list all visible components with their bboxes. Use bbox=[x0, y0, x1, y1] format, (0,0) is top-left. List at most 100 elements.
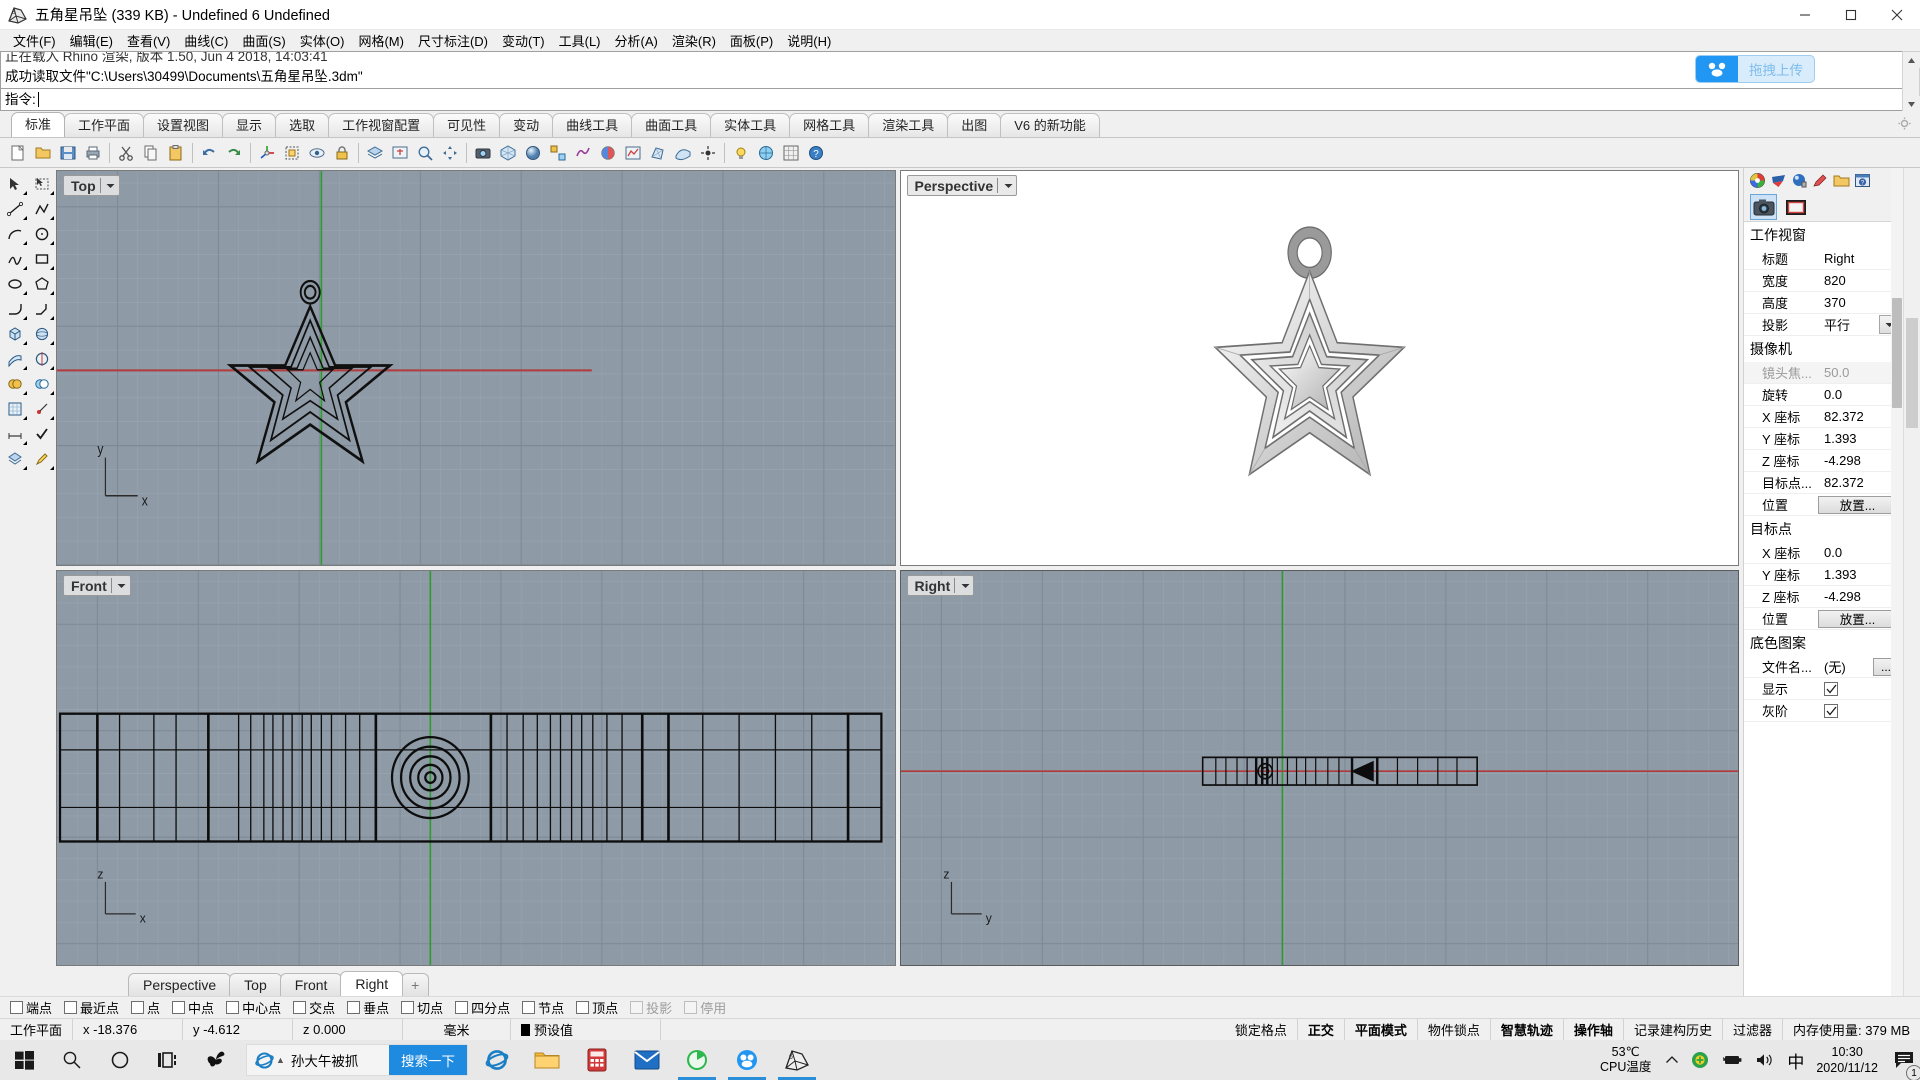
status-toggle-grid-snap[interactable]: 锁定格点 bbox=[1225, 1019, 1298, 1040]
paste-icon[interactable] bbox=[164, 141, 188, 165]
checkbox[interactable] bbox=[630, 1001, 643, 1014]
menu-item-edit[interactable]: 编辑(E) bbox=[63, 30, 120, 51]
tab-standard[interactable]: 标准 bbox=[11, 112, 65, 137]
camera-properties-icon[interactable] bbox=[1750, 194, 1777, 220]
tab-display[interactable]: 显示 bbox=[222, 113, 276, 137]
gumball-icon[interactable] bbox=[255, 141, 279, 165]
osnap-end[interactable]: 端点 bbox=[10, 998, 52, 1017]
property-row-title[interactable]: 标题 Right bbox=[1744, 248, 1903, 270]
property-row-camera-y[interactable]: Y 座标 1.393 bbox=[1744, 428, 1903, 450]
select-window-icon[interactable] bbox=[29, 172, 55, 196]
battery-icon[interactable] bbox=[1715, 1040, 1749, 1080]
mesh-tool-icon[interactable] bbox=[2, 397, 28, 421]
rhino-app[interactable]: 6 bbox=[772, 1040, 822, 1080]
help-icon[interactable]: ? bbox=[804, 141, 828, 165]
task-view-icon[interactable] bbox=[144, 1040, 192, 1080]
checkbox[interactable] bbox=[172, 1001, 185, 1014]
zoom-window-icon[interactable] bbox=[413, 141, 437, 165]
lock-object-icon[interactable] bbox=[330, 141, 354, 165]
viewport-front-label[interactable]: Front bbox=[63, 575, 131, 596]
undo-icon[interactable] bbox=[197, 141, 221, 165]
menu-item-surface[interactable]: 曲面(S) bbox=[235, 30, 292, 51]
window-scrollbar[interactable] bbox=[1903, 168, 1920, 996]
boolean-union-icon[interactable] bbox=[2, 372, 28, 396]
polygon-tool-icon[interactable] bbox=[29, 272, 55, 296]
hide-object-icon[interactable] bbox=[305, 141, 329, 165]
property-row-target-y[interactable]: Y 座标 1.393 bbox=[1744, 564, 1903, 586]
property-row-wallpaper-show[interactable]: 显示 bbox=[1744, 678, 1903, 700]
osnap-disable[interactable]: 停用 bbox=[684, 998, 726, 1017]
scroll-up-arrow-icon[interactable] bbox=[1903, 52, 1920, 68]
notification-center-icon[interactable]: 1 bbox=[1888, 1040, 1920, 1080]
osnap-mid[interactable]: 中点 bbox=[172, 998, 214, 1017]
menu-item-transform[interactable]: 变动(T) bbox=[495, 30, 552, 51]
select-arrow-icon[interactable] bbox=[2, 172, 28, 196]
annotate-dot-icon[interactable] bbox=[29, 397, 55, 421]
close-button[interactable] bbox=[1874, 0, 1920, 30]
tab-curve-tools[interactable]: 曲线工具 bbox=[552, 113, 632, 137]
tab-viewport-layout[interactable]: 工作视窗配置 bbox=[328, 113, 434, 137]
calculator-app[interactable] bbox=[572, 1040, 622, 1080]
tab-set-view[interactable]: 设置视图 bbox=[143, 113, 223, 137]
menu-item-curve[interactable]: 曲线(C) bbox=[177, 30, 235, 51]
curve-tool-icon[interactable] bbox=[2, 247, 28, 271]
checkbox[interactable] bbox=[347, 1001, 360, 1014]
ie-search-button[interactable]: 搜索一下 bbox=[389, 1045, 467, 1075]
viewport-top[interactable]: y x Top bbox=[56, 170, 896, 566]
zoom-extents-icon[interactable] bbox=[388, 141, 412, 165]
color-picker-icon[interactable] bbox=[596, 141, 620, 165]
grid-icon[interactable] bbox=[779, 141, 803, 165]
checkbox[interactable] bbox=[226, 1001, 239, 1014]
chevron-down-icon[interactable] bbox=[116, 583, 128, 589]
box-solid-icon[interactable] bbox=[2, 322, 28, 346]
surface-icon[interactable] bbox=[671, 141, 695, 165]
status-cplane[interactable]: 工作平面 bbox=[0, 1019, 73, 1040]
select-all-icon[interactable] bbox=[280, 141, 304, 165]
cortana-circle-icon[interactable] bbox=[96, 1040, 144, 1080]
property-row-camera-placement[interactable]: 位置 放置... bbox=[1744, 494, 1903, 516]
tab-whats-new-v6[interactable]: V6 的新功能 bbox=[1000, 113, 1100, 137]
checkbox[interactable] bbox=[576, 1001, 589, 1014]
volume-icon[interactable] bbox=[1749, 1040, 1781, 1080]
viewport-right[interactable]: z y Right bbox=[900, 570, 1740, 966]
menu-item-view[interactable]: 查看(V) bbox=[120, 30, 177, 51]
command-history[interactable]: 正在载入 Rhino 渲染, 版本 1.50, Jun 4 2018, 14:0… bbox=[0, 51, 1902, 89]
status-toggle-record-history[interactable]: 记录建构历史 bbox=[1624, 1019, 1723, 1040]
baidu-upload-button[interactable]: 拖拽上传 bbox=[1695, 55, 1815, 83]
file-explorer-app[interactable] bbox=[522, 1040, 572, 1080]
dimension-tool-icon[interactable] bbox=[2, 422, 28, 446]
explode-icon[interactable] bbox=[546, 141, 570, 165]
polyline-tool-icon[interactable] bbox=[29, 197, 55, 221]
help-panel-icon[interactable]: ? bbox=[1852, 171, 1872, 190]
chevron-down-icon[interactable] bbox=[105, 183, 117, 189]
osnap-perpendicular[interactable]: 垂点 bbox=[347, 998, 389, 1017]
properties-brush-icon[interactable] bbox=[1810, 171, 1830, 190]
tab-solid-tools[interactable]: 实体工具 bbox=[710, 113, 790, 137]
layers-panel-icon[interactable] bbox=[2, 447, 28, 471]
menu-item-file[interactable]: 文件(F) bbox=[6, 30, 63, 51]
window-scrollbar-thumb[interactable] bbox=[1906, 318, 1918, 428]
checkbox[interactable] bbox=[10, 1001, 23, 1014]
properties-scrollbar-thumb[interactable] bbox=[1892, 298, 1902, 408]
viewport-properties-icon[interactable] bbox=[1782, 194, 1809, 220]
status-toggle-smarttrack[interactable]: 智慧轨迹 bbox=[1491, 1019, 1564, 1040]
chevron-down-icon[interactable] bbox=[959, 583, 971, 589]
render-sphere-icon[interactable] bbox=[1789, 171, 1809, 190]
internet-explorer-app[interactable] bbox=[472, 1040, 522, 1080]
background-icon[interactable] bbox=[754, 141, 778, 165]
checkbox[interactable] bbox=[522, 1001, 535, 1014]
cloud-sync-app[interactable] bbox=[722, 1040, 772, 1080]
minimize-button[interactable] bbox=[1782, 0, 1828, 30]
wallpaper-show-checkbox[interactable] bbox=[1824, 682, 1838, 696]
sogou-pinwheel-icon[interactable] bbox=[192, 1040, 240, 1080]
security-shield-icon[interactable] bbox=[1685, 1040, 1715, 1080]
analyze-icon[interactable] bbox=[621, 141, 645, 165]
taskbar-clock[interactable]: 10:30 2020/11/12 bbox=[1810, 1044, 1888, 1076]
osnap-center[interactable]: 中心点 bbox=[226, 998, 281, 1017]
menu-item-analyze[interactable]: 分析(A) bbox=[608, 30, 665, 51]
chevron-down-icon[interactable] bbox=[1002, 183, 1014, 189]
highlight-tool-icon[interactable] bbox=[29, 447, 55, 471]
tab-mesh-tools[interactable]: 网格工具 bbox=[789, 113, 869, 137]
osnap-intersection[interactable]: 交点 bbox=[293, 998, 335, 1017]
ime-indicator[interactable]: 中 bbox=[1781, 1040, 1810, 1080]
